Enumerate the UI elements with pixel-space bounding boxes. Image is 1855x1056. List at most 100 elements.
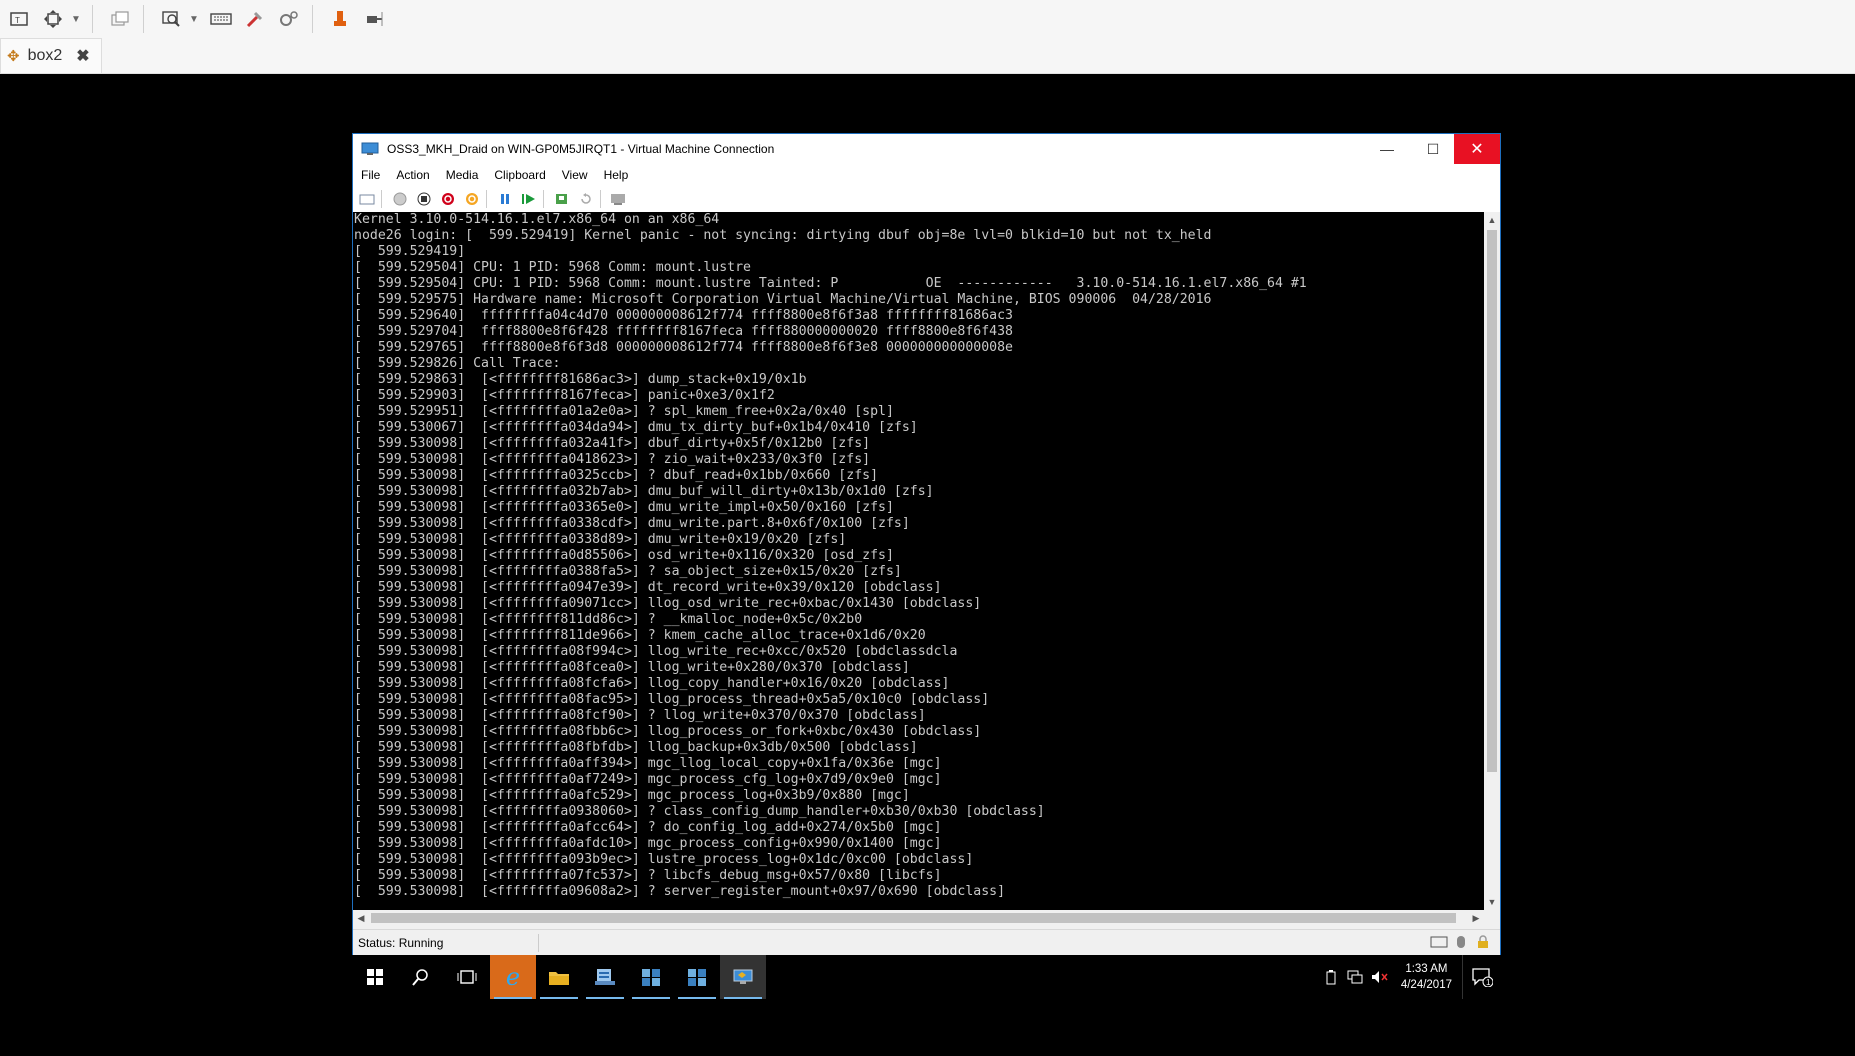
start-icon[interactable] bbox=[390, 189, 410, 209]
console-line: [ 599.530098] [<ffffffffa08fcea0>] llog_… bbox=[354, 660, 910, 675]
turn-off-icon[interactable] bbox=[414, 189, 434, 209]
action-center-icon[interactable]: 1 bbox=[1462, 955, 1501, 999]
file-explorer-icon[interactable] bbox=[536, 955, 582, 999]
console-line: [ 599.529419] bbox=[354, 244, 466, 259]
console-line: [ 599.529826] Call Trace: bbox=[354, 356, 561, 371]
scroll-down-icon[interactable]: ▼ bbox=[1484, 894, 1500, 910]
hyper-v-manager-icon[interactable] bbox=[628, 955, 674, 999]
console-line: [ 599.529704] ffff8800e8f6f428 ffffffff8… bbox=[354, 324, 1013, 339]
server-manager-icon[interactable] bbox=[582, 955, 628, 999]
pause-icon[interactable] bbox=[495, 189, 515, 209]
window-icon[interactable]: T bbox=[4, 4, 34, 34]
console-line: [ 599.530098] [<ffffffffa0418623>] ? zio… bbox=[354, 452, 871, 467]
console-line: [ 599.529863] [<ffffffff81686ac3>] dump_… bbox=[354, 372, 807, 387]
console-line: [ 599.530098] [<ffffffffa03365e0>] dmu_w… bbox=[354, 500, 894, 515]
console-line: [ 599.530098] [<ffffffffa0938060>] ? cla… bbox=[354, 804, 1045, 819]
console-line: [ 599.530098] [<ffffffffa0aff394>] mgc_l… bbox=[354, 756, 942, 771]
ctrl-alt-del-icon[interactable] bbox=[357, 189, 377, 209]
menu-clipboard[interactable]: Clipboard bbox=[486, 168, 553, 182]
menu-action[interactable]: Action bbox=[388, 168, 437, 182]
lock-icon bbox=[1474, 934, 1492, 950]
horizontal-scrollbar[interactable]: ◀ ▶ bbox=[353, 910, 1484, 926]
clock-date: 4/24/2017 bbox=[1400, 979, 1452, 991]
vm-console[interactable]: Kernel 3.10.0-514.16.1.el7.x86_64 on an … bbox=[353, 212, 1484, 910]
save-state-icon[interactable] bbox=[462, 189, 482, 209]
menu-help[interactable]: Help bbox=[596, 168, 637, 182]
vm-titlebar[interactable]: OSS3_MKH_Draid on WIN-GP0M5JIRQT1 - Virt… bbox=[353, 134, 1500, 164]
chevron-down-icon[interactable]: ▼ bbox=[186, 4, 202, 34]
search-icon[interactable] bbox=[398, 955, 444, 999]
start-button[interactable] bbox=[352, 955, 398, 999]
scroll-thumb[interactable] bbox=[1487, 230, 1497, 772]
tab-label: box2 bbox=[27, 47, 63, 64]
console-line: [ 599.530098] [<ffffffffa08fcf90>] ? llo… bbox=[354, 708, 926, 723]
tab-box2[interactable]: ✥ box2 ✖ bbox=[0, 38, 102, 73]
scroll-thumb[interactable] bbox=[371, 913, 1456, 923]
taskbar-clock[interactable]: 1:33 AM 4/24/2017 bbox=[1401, 961, 1452, 993]
minimize-button[interactable]: — bbox=[1364, 134, 1410, 164]
console-line: [ 599.530098] [<ffffffff811dd86c>] ? __k… bbox=[354, 612, 863, 627]
console-line: [ 599.529903] [<ffffffff8167feca>] panic… bbox=[354, 388, 775, 403]
menu-file[interactable]: File bbox=[353, 168, 388, 182]
console-line: [ 599.530098] [<ffffffffa0325ccb>] ? dbu… bbox=[354, 468, 879, 483]
network-icon[interactable] bbox=[1345, 967, 1365, 987]
console-line: [ 599.530098] [<ffffffffa0afc529>] mgc_p… bbox=[354, 788, 910, 803]
console-line: [ 599.530098] [<ffffffffa08fcfa6>] llog_… bbox=[354, 676, 950, 691]
volume-muted-icon[interactable] bbox=[1369, 967, 1389, 987]
console-line: [ 599.530098] [<ffffffffa09608a2>] ? ser… bbox=[354, 884, 1006, 899]
zoom-icon[interactable] bbox=[156, 4, 186, 34]
console-line: [ 599.530098] [<ffffffffa032a41f>] dbuf_… bbox=[354, 436, 871, 451]
vm-connection-window: OSS3_MKH_Draid on WIN-GP0M5JIRQT1 - Virt… bbox=[352, 133, 1501, 955]
menu-view[interactable]: View bbox=[554, 168, 596, 182]
console-line: [ 599.529765] ffff8800e8f6f3d8 000000008… bbox=[354, 340, 1013, 355]
toolbar-divider bbox=[381, 190, 382, 208]
usb-icon[interactable] bbox=[325, 4, 355, 34]
console-line: [ 599.529575] Hardware name: Microsoft C… bbox=[354, 292, 1212, 307]
clock-time: 1:33 AM bbox=[1405, 963, 1448, 975]
console-line: [ 599.530098] [<ffffffffa0afcc64>] ? do_… bbox=[354, 820, 942, 835]
vm-connection-icon bbox=[361, 142, 379, 156]
hyper-v-manager-icon[interactable] bbox=[674, 955, 720, 999]
console-line: [ 599.530098] [<ffffffffa032b7ab>] dmu_b… bbox=[354, 484, 934, 499]
scroll-up-icon[interactable]: ▲ bbox=[1484, 212, 1500, 228]
status-bar: Status: Running bbox=[353, 929, 1500, 955]
console-line: [ 599.530098] [<ffffffffa093b9ec>] lustr… bbox=[354, 852, 974, 867]
keyboard-icon[interactable] bbox=[206, 4, 236, 34]
enhanced-session-icon[interactable] bbox=[609, 189, 629, 209]
revert-icon[interactable] bbox=[576, 189, 596, 209]
battery-icon[interactable] bbox=[1321, 967, 1341, 987]
plug-icon[interactable] bbox=[359, 4, 389, 34]
task-view-icon[interactable] bbox=[444, 955, 490, 999]
scroll-right-icon[interactable]: ▶ bbox=[1468, 910, 1484, 926]
checkpoint-icon[interactable] bbox=[552, 189, 572, 209]
host-toolbar: T ▼ ▼ bbox=[0, 0, 1855, 38]
close-icon[interactable]: ✖ bbox=[76, 46, 89, 66]
vm-connection-icon[interactable] bbox=[720, 955, 766, 999]
resume-icon[interactable] bbox=[519, 189, 539, 209]
keyboard-icon bbox=[1430, 934, 1448, 950]
scroll-left-icon[interactable]: ◀ bbox=[353, 910, 369, 926]
console-line: [ 599.530098] [<ffffffffa0afdc10>] mgc_p… bbox=[354, 836, 942, 851]
console-line: [ 599.530098] [<ffffffffa07fc537>] ? lib… bbox=[354, 868, 942, 883]
console-line: [ 599.530098] [<ffffffffa0338d89>] dmu_w… bbox=[354, 532, 847, 547]
console-line: [ 599.529504] CPU: 1 PID: 5968 Comm: mou… bbox=[354, 276, 1307, 291]
menu-media[interactable]: Media bbox=[438, 168, 487, 182]
console-line: [ 599.530067] [<ffffffffa034da94>] dmu_t… bbox=[354, 420, 918, 435]
move-icon[interactable] bbox=[38, 4, 68, 34]
console-line: [ 599.530098] [<ffffffffa08f994c>] llog_… bbox=[354, 644, 958, 659]
console-line: [ 599.529640] ffffffffa04c4d70 000000008… bbox=[354, 308, 1013, 323]
vertical-scrollbar[interactable]: ▲ ▼ bbox=[1484, 212, 1500, 910]
toolbar-divider bbox=[143, 5, 144, 33]
tools-icon[interactable] bbox=[240, 4, 270, 34]
chevron-down-icon[interactable]: ▼ bbox=[68, 4, 84, 34]
status-text: Status: Running bbox=[353, 933, 539, 952]
windows-icon[interactable] bbox=[105, 4, 135, 34]
internet-explorer-icon[interactable]: e bbox=[490, 955, 536, 999]
console-line: node26 login: [ 599.529419] Kernel panic… bbox=[354, 228, 1212, 243]
console-line: [ 599.530098] [<ffffffffa08fbb6c>] llog_… bbox=[354, 724, 982, 739]
maximize-button[interactable]: ☐ bbox=[1410, 134, 1456, 164]
settings-icon[interactable] bbox=[274, 4, 304, 34]
shut-down-icon[interactable] bbox=[438, 189, 458, 209]
menu-bar: File Action Media Clipboard View Help bbox=[353, 164, 1500, 186]
close-button[interactable]: ✕ bbox=[1454, 134, 1500, 164]
